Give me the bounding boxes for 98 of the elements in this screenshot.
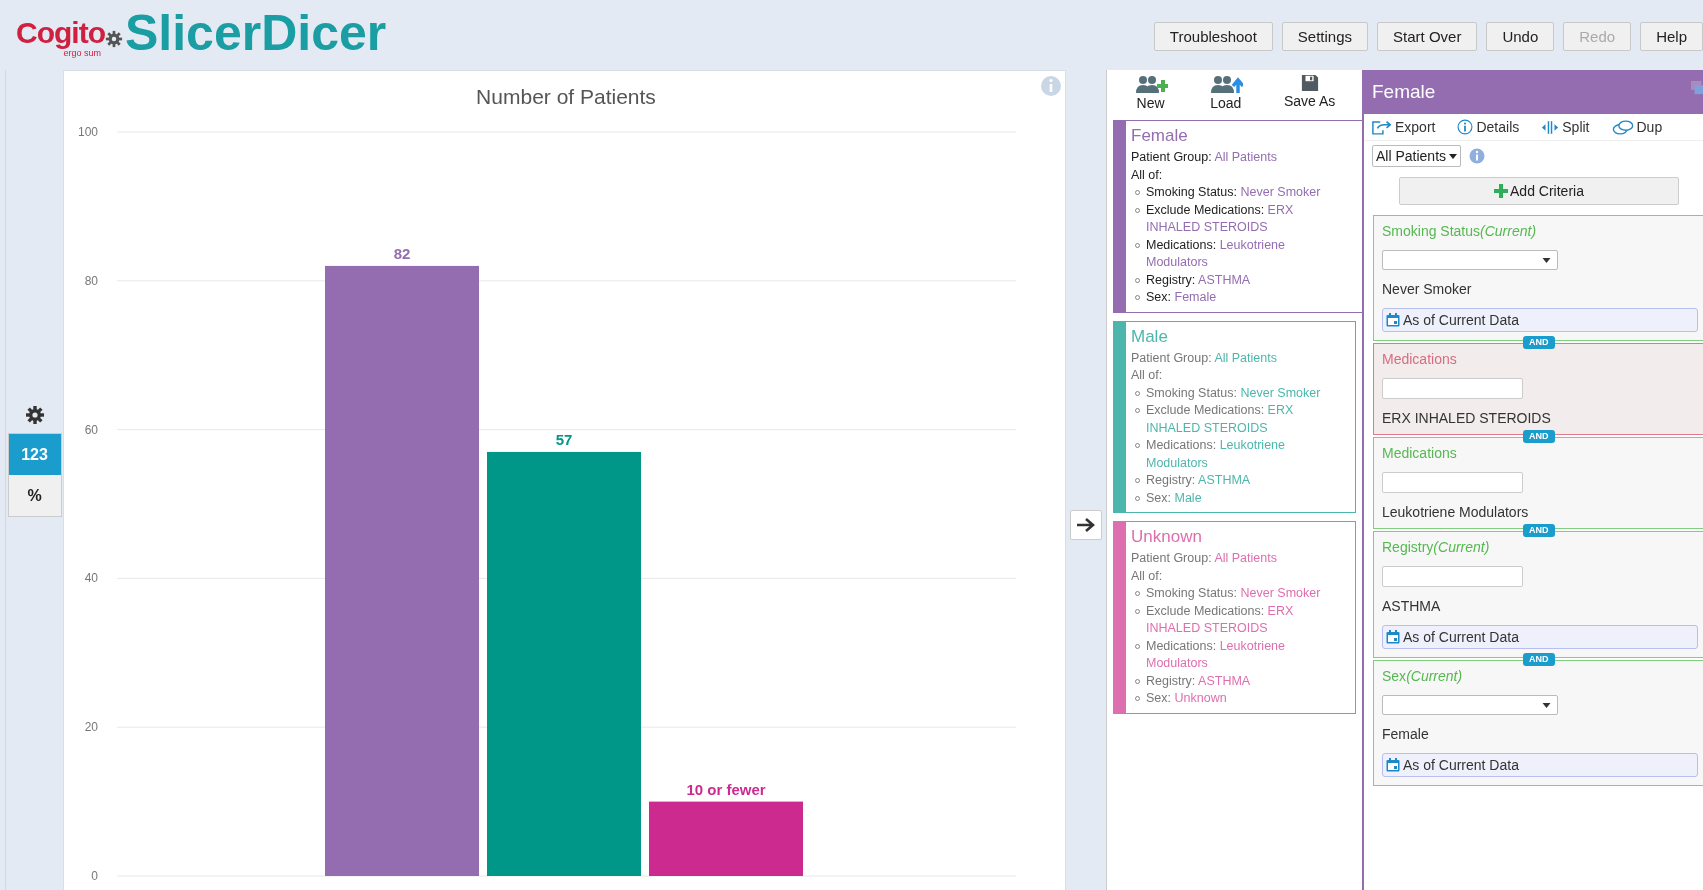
bar-value-label: 10 or fewer bbox=[686, 780, 766, 798]
cohort-title: Unknown bbox=[1131, 527, 1203, 547]
criteria-value: ASTHMA bbox=[1382, 598, 1442, 614]
criteria-summary: Sex: Female bbox=[1131, 289, 1343, 307]
cohort-title: Female bbox=[1131, 126, 1189, 146]
add-group-icon bbox=[1133, 74, 1168, 94]
criteria-input[interactable] bbox=[1382, 472, 1523, 493]
upload-group-icon bbox=[1208, 74, 1243, 94]
as-of-date-field[interactable]: As of Current Data bbox=[1382, 625, 1698, 649]
axis-tick-label: 60 bbox=[84, 422, 98, 437]
calendar-icon bbox=[1386, 313, 1400, 327]
cohort-card[interactable]: Female Patient Group: All Patients All of: Smoking Status: Never Smoker Exclude Medications: ERX INHALED STEROIDS Medications: Leukotriene Modulators Registry: ASTHMA Sex: Female bbox=[1113, 120, 1364, 313]
header-button[interactable]: Settings bbox=[1281, 22, 1369, 51]
windows-icon[interactable] bbox=[1691, 80, 1703, 96]
toolbar-button[interactable]: Details bbox=[1457, 117, 1520, 137]
and-connector: AND bbox=[1523, 524, 1555, 537]
chart-title: Number of Patients bbox=[476, 85, 656, 108]
criteria-summary: Medications: Leukotriene Modulators bbox=[1131, 637, 1329, 673]
axis-tick-label: 20 bbox=[84, 720, 98, 735]
criteria-summary: Smoking Status: Never Smoker bbox=[1131, 184, 1343, 202]
all-of-label: All of: bbox=[1131, 367, 1164, 384]
toolbar-button[interactable]: Dup bbox=[1611, 117, 1663, 137]
bar-value-label: 82 bbox=[393, 244, 411, 262]
header-button[interactable]: Undo bbox=[1486, 22, 1555, 51]
settings-icon[interactable] bbox=[24, 405, 45, 425]
caret-icon bbox=[1449, 153, 1458, 159]
axis-tick-label: 80 bbox=[84, 273, 98, 288]
calendar-icon bbox=[1386, 758, 1400, 772]
criteria-value: Never Smoker bbox=[1382, 281, 1473, 297]
cohort-card[interactable]: Unknown Patient Group: All Patients All of: Smoking Status: Never Smoker Exclude Medications: ERX INHALED STEROIDS Medications: Leukotriene Modulators Registry: ASTHMA Sex: Unknown bbox=[1113, 521, 1356, 714]
criteria-summary: Registry: ASTHMA bbox=[1131, 271, 1343, 289]
axis-tick-label: 40 bbox=[84, 571, 98, 586]
display-mode-toggle[interactable]: % bbox=[8, 475, 61, 516]
criteria-summary: Registry: ASTHMA bbox=[1131, 472, 1329, 490]
tagline: ergo sum bbox=[63, 48, 101, 58]
criteria-summary: Sex: Male bbox=[1131, 489, 1329, 507]
header-button[interactable]: Start Over bbox=[1377, 22, 1478, 51]
all-of-label: All of: bbox=[1131, 567, 1164, 585]
criteria-summary: Medications: Leukotriene Modulators bbox=[1131, 236, 1343, 272]
criteria-title: Medications bbox=[1382, 445, 1458, 461]
toolbar-button[interactable]: Load bbox=[1208, 74, 1243, 120]
and-connector: AND bbox=[1523, 653, 1555, 666]
bar-value-label: 57 bbox=[555, 430, 573, 448]
criteria-summary: Smoking Status: Never Smoker bbox=[1131, 384, 1329, 402]
caret-icon bbox=[1542, 257, 1551, 263]
arrow-button[interactable] bbox=[1070, 510, 1102, 540]
criteria-dropdown[interactable] bbox=[1382, 695, 1558, 715]
export-icon bbox=[1372, 119, 1392, 135]
criteria-title: Smoking Status(Current) bbox=[1382, 223, 1538, 239]
criteria-summary: Smoking Status: Never Smoker bbox=[1131, 585, 1329, 603]
header-button[interactable]: Troubleshoot bbox=[1153, 22, 1273, 51]
patient-group-line: Patient Group: All Patients bbox=[1131, 349, 1278, 367]
criteria-title: Sex(Current) bbox=[1382, 668, 1464, 684]
criteria-input[interactable] bbox=[1382, 378, 1523, 399]
population-dropdown[interactable]: All Patients bbox=[1372, 145, 1462, 167]
and-connector: AND bbox=[1523, 336, 1555, 349]
toolbar-button[interactable]: Export bbox=[1372, 117, 1436, 137]
criteria-value: ERX INHALED STEROIDS bbox=[1382, 410, 1552, 426]
toolbar-button[interactable]: New bbox=[1133, 74, 1168, 120]
info-icon[interactable] bbox=[1041, 76, 1061, 96]
cohort-card[interactable]: Male Patient Group: All Patients All of: Smoking Status: Never Smoker Exclude Medications: ERX INHALED STEROIDS Medications: Leukotriene Modulators Registry: ASTHMA Sex: Male bbox=[1113, 320, 1356, 513]
axis-tick-label: 0 bbox=[91, 869, 98, 883]
product-name: SlicerDicer bbox=[124, 8, 387, 58]
cohort-title: Male bbox=[1131, 326, 1169, 347]
criteria-input[interactable] bbox=[1382, 566, 1523, 587]
criteria-summary: Exclude Medications: ERX INHALED STEROIDS bbox=[1131, 402, 1329, 437]
criteria-dropdown[interactable] bbox=[1382, 250, 1558, 270]
add-criteria-button[interactable]: Add Criteria bbox=[1399, 177, 1679, 205]
criteria-summary: Exclude Medications: ERX INHALED STEROIDS bbox=[1131, 602, 1329, 638]
as-of-date-field[interactable]: As of Current Data bbox=[1382, 308, 1698, 332]
gear-icon bbox=[104, 30, 123, 48]
split-icon bbox=[1541, 120, 1560, 134]
patient-group-line: Patient Group: All Patients bbox=[1131, 149, 1278, 166]
copy-icon bbox=[1611, 119, 1634, 135]
patient-group-line: Patient Group: All Patients bbox=[1131, 550, 1278, 567]
criteria-summary: Medications: Leukotriene Modulators bbox=[1131, 437, 1329, 472]
criteria-title: Registry(Current) bbox=[1382, 539, 1491, 555]
calendar-icon bbox=[1386, 630, 1400, 644]
criteria-value: Leukotriene Modulators bbox=[1382, 504, 1530, 520]
toolbar-button[interactable]: Save As bbox=[1284, 74, 1336, 120]
info-icon[interactable] bbox=[1469, 148, 1486, 164]
criteria-summary: Exclude Medications: ERX INHALED STEROIDS bbox=[1131, 201, 1343, 237]
criteria-title: Medications bbox=[1382, 351, 1458, 367]
and-connector: AND bbox=[1523, 430, 1555, 443]
arrow-icon bbox=[1076, 517, 1096, 533]
cohort-header-title: Female bbox=[1372, 81, 1436, 103]
toolbar-button[interactable]: Split bbox=[1541, 117, 1590, 137]
all-of-label: All of: bbox=[1131, 166, 1164, 184]
criteria-summary: Sex: Unknown bbox=[1131, 690, 1329, 708]
as-of-date-field[interactable]: As of Current Data bbox=[1382, 753, 1698, 777]
save-icon bbox=[1300, 74, 1319, 92]
info-icon bbox=[1457, 119, 1474, 135]
caret-icon bbox=[1542, 702, 1551, 708]
axis-tick-label: 100 bbox=[77, 125, 98, 139]
criteria-summary: Registry: ASTHMA bbox=[1131, 672, 1329, 690]
plus-icon bbox=[1494, 184, 1509, 198]
criteria-value: Female bbox=[1382, 726, 1430, 742]
header-button[interactable]: Help bbox=[1640, 22, 1703, 51]
